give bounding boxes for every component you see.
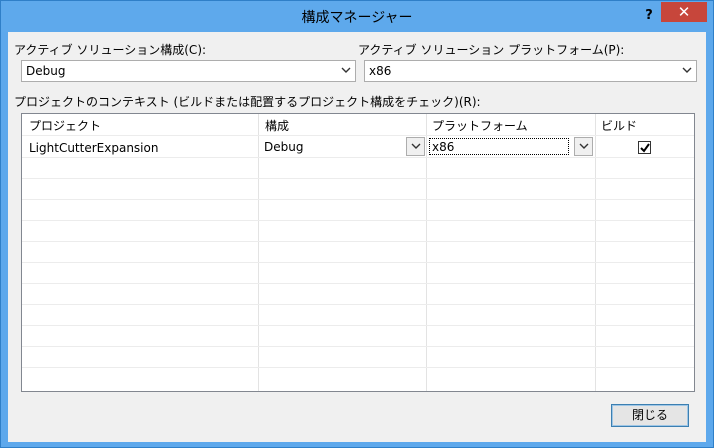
active-solution-platform-label: アクティブ ソリューション プラットフォーム(P):	[358, 43, 625, 57]
column-header-platform[interactable]: プラットフォーム	[432, 117, 528, 134]
grid-row-line	[22, 262, 694, 263]
grid-row-line	[22, 199, 694, 200]
dialog-body: アクティブ ソリューション構成(C): Debug アクティブ ソリューション …	[8, 32, 706, 442]
grid-column-divider	[595, 114, 596, 391]
project-contexts-grid: プロジェクト 構成 プラットフォーム ビルド LightCutterExpans…	[21, 113, 695, 392]
platform-cell-value: x86	[432, 140, 455, 154]
build-checkbox[interactable]	[638, 141, 651, 154]
configuration-cell-value: Debug	[264, 140, 304, 154]
title-bar: 構成マネージャー ? ✕	[1, 1, 713, 32]
chevron-down-icon	[682, 65, 692, 75]
grid-row-line	[22, 178, 694, 179]
help-button[interactable]: ?	[637, 6, 661, 26]
configuration-dropdown-button[interactable]	[406, 137, 425, 156]
active-solution-config-label: アクティブ ソリューション構成(C):	[14, 43, 207, 57]
chevron-down-icon	[411, 143, 421, 149]
grid-row-line	[22, 367, 694, 368]
column-header-configuration[interactable]: 構成	[265, 117, 289, 134]
chevron-down-icon	[579, 143, 589, 149]
grid-row-line	[22, 220, 694, 221]
grid-row-line	[22, 346, 694, 347]
configuration-manager-window: 構成マネージャー ? ✕ アクティブ ソリューション構成(C): Debug ア…	[0, 0, 714, 448]
column-header-project[interactable]: プロジェクト	[29, 117, 101, 134]
active-solution-platform-combo[interactable]: x86	[364, 60, 697, 82]
platform-cell-combo[interactable]: x86	[427, 137, 595, 156]
grid-row-line	[22, 241, 694, 242]
grid-row-line	[22, 157, 694, 158]
grid-row-line	[22, 283, 694, 284]
checkmark-icon	[640, 143, 650, 153]
column-header-build[interactable]: ビルド	[601, 117, 637, 134]
window-close-button[interactable]: ✕	[661, 2, 707, 22]
configuration-cell-combo[interactable]: Debug	[259, 137, 426, 156]
grid-row-line	[22, 325, 694, 326]
active-solution-config-combo[interactable]: Debug	[21, 60, 356, 82]
chevron-down-icon	[341, 65, 351, 75]
window-title: 構成マネージャー	[301, 10, 413, 26]
grid-header-divider	[22, 135, 694, 136]
grid-row-line	[22, 304, 694, 305]
project-name-cell[interactable]: LightCutterExpansion	[29, 141, 158, 155]
active-solution-platform-value: x86	[369, 64, 392, 78]
close-button[interactable]: 閉じる	[611, 404, 689, 427]
platform-dropdown-button[interactable]	[574, 137, 593, 156]
active-solution-config-value: Debug	[26, 64, 66, 78]
project-contexts-label: プロジェクトのコンテキスト (ビルドまたは配置するプロジェクト構成をチェック)(…	[14, 95, 481, 109]
